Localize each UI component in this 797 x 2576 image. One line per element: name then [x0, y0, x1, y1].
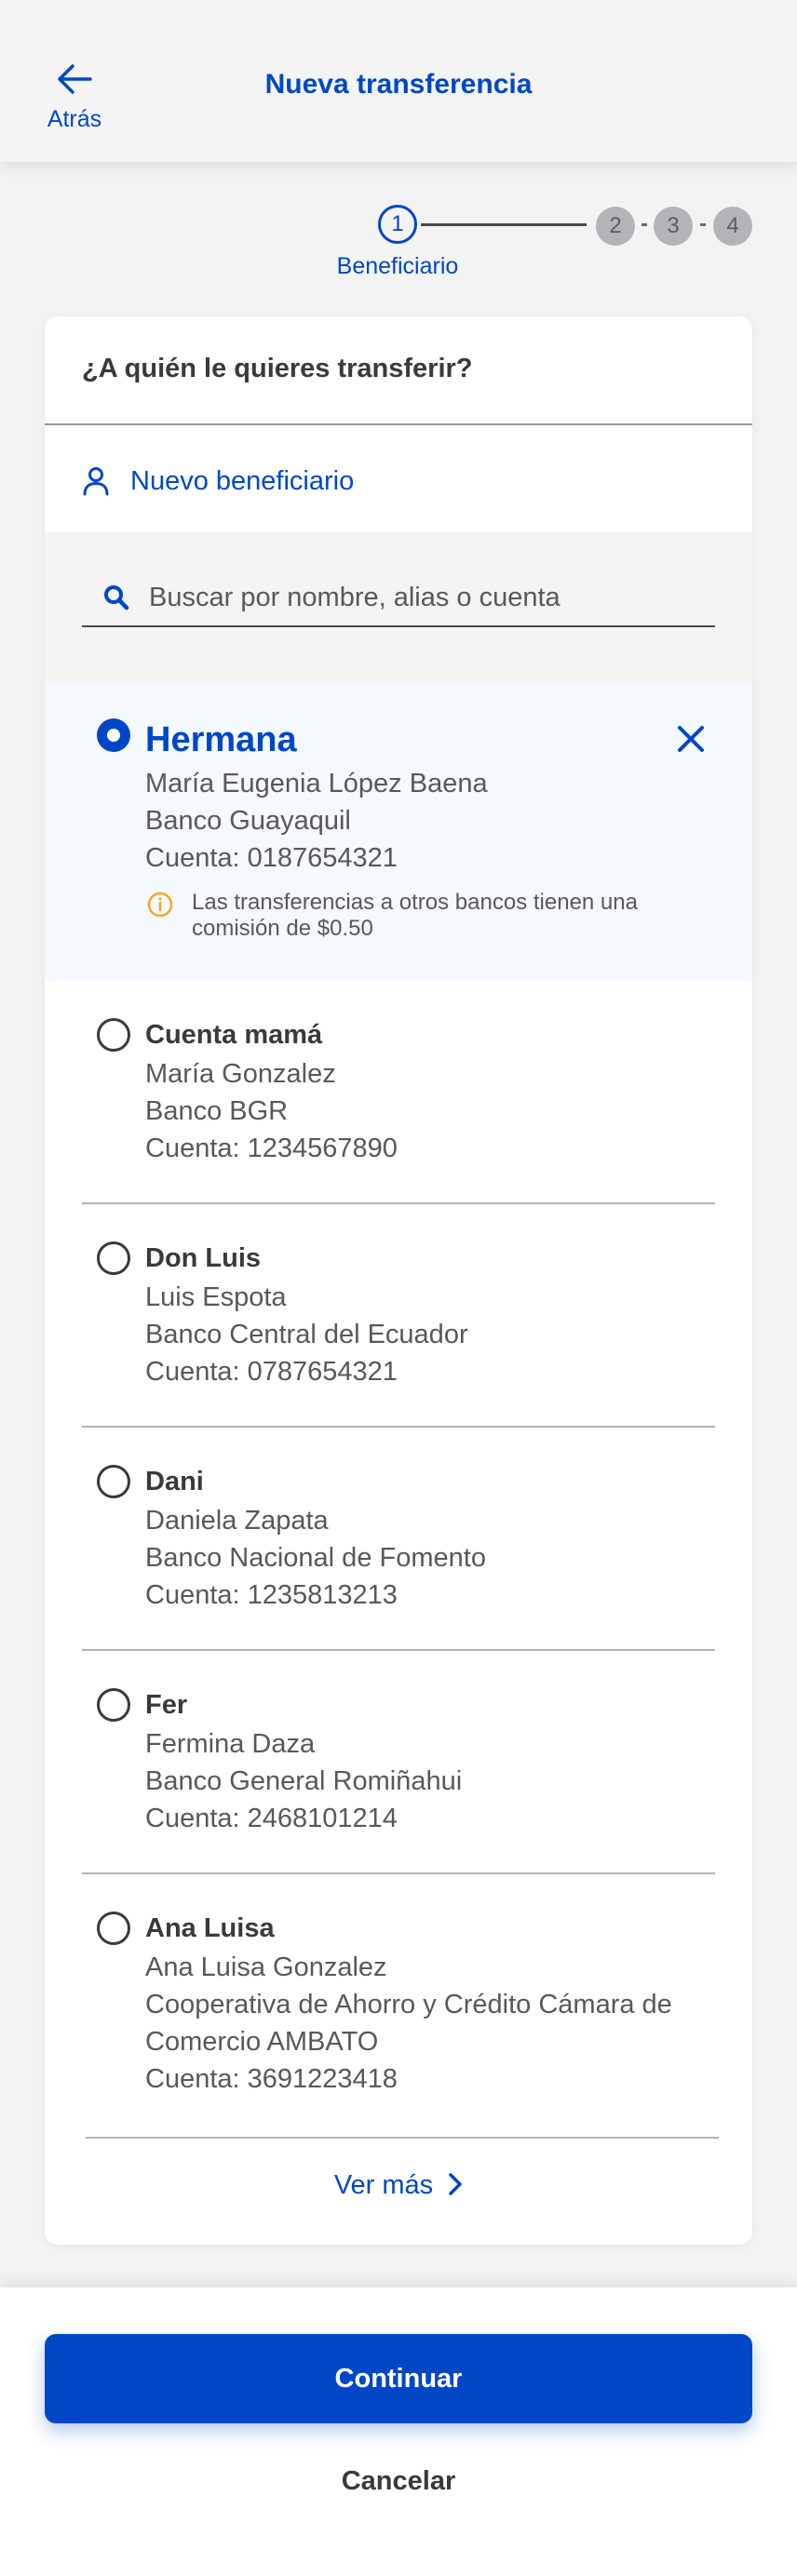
beneficiary-account: Cuenta: 1234567890: [145, 1134, 398, 1163]
back-label: Atrás: [47, 106, 102, 132]
close-icon[interactable]: [674, 722, 708, 756]
step-1: 1: [378, 205, 417, 244]
current-step-label: Beneficiario: [336, 253, 459, 279]
radio-selected[interactable]: [97, 718, 130, 752]
ver-mas-label: Ver más: [333, 2170, 434, 2200]
list-item[interactable]: Fer Fermina Daza Banco General Romiñahui…: [45, 1651, 752, 1874]
beneficiary-card: ¿A quién le quieres transferir? Nuevo be…: [45, 316, 752, 2245]
user-icon: [83, 467, 109, 496]
beneficiary-bank: Banco Guayaquil: [145, 806, 351, 836]
step-3: 3: [654, 207, 693, 246]
divider: [45, 423, 752, 425]
new-beneficiary-label: Nuevo beneficiario: [130, 465, 355, 496]
beneficiary-alias: Hermana: [145, 720, 297, 759]
divider: [86, 2137, 719, 2139]
list-item[interactable]: Ana Luisa Ana Luisa Gonzalez Cooperativa…: [45, 1874, 752, 2139]
search-input[interactable]: [149, 582, 708, 613]
app-header: Atrás Nueva transferencia: [0, 0, 797, 162]
cancel-button[interactable]: Cancelar: [0, 2466, 797, 2497]
list-item[interactable]: Dani Daniela Zapata Banco Nacional de Fo…: [45, 1428, 752, 1651]
beneficiary-bank: Cooperativa de Ahorro y Crédito Cámara d…: [145, 1990, 672, 2019]
beneficiary-bank: Banco BGR: [145, 1096, 289, 1126]
beneficiary-alias: Ana Luisa: [145, 1913, 275, 1943]
beneficiary-alias: Dani: [145, 1467, 204, 1496]
search-area: [45, 532, 752, 683]
beneficiary-account: Cuenta: 3691223418: [145, 2064, 398, 2094]
notice-text: Las transferencias a otros bancos tienen…: [192, 890, 638, 941]
progress-stepper: 1 2 3 4 Beneficiario: [0, 197, 797, 290]
page-title: Nueva transferencia: [264, 69, 533, 100]
continue-button[interactable]: Continuar: [45, 2334, 752, 2423]
step-dot: [700, 223, 706, 226]
radio-button[interactable]: [97, 1241, 130, 1275]
beneficiary-account: Cuenta: 2468101214: [145, 1804, 398, 1833]
step-dot: [642, 223, 647, 226]
radio-button[interactable]: [97, 1912, 130, 1945]
beneficiary-name: Daniela Zapata: [145, 1506, 329, 1536]
beneficiary-account: Cuenta: 1235813213: [145, 1580, 398, 1610]
selected-beneficiary[interactable]: Hermana María Eugenia López Baena Banco …: [45, 683, 752, 981]
footer: Continuar Cancelar: [0, 2288, 797, 2576]
commission-notice: Las transferencias a otros bancos tienen…: [147, 890, 669, 942]
card-question: ¿A quién le quieres transferir?: [82, 354, 473, 383]
beneficiary-name: María Eugenia López Baena: [145, 769, 488, 798]
beneficiary-name: Ana Luisa Gonzalez: [145, 1952, 387, 1982]
new-beneficiary-button[interactable]: Nuevo beneficiario: [82, 458, 354, 504]
radio-button[interactable]: [97, 1688, 130, 1722]
step-2: 2: [596, 207, 635, 246]
beneficiary-account: Cuenta: 0187654321: [145, 843, 398, 873]
beneficiary-name: Fermina Daza: [145, 1729, 316, 1759]
chevron-right-icon: [449, 2173, 462, 2196]
ver-mas-link[interactable]: Ver más: [45, 2170, 752, 2201]
beneficiary-bank-continued: Comercio AMBATO: [145, 2027, 379, 2057]
beneficiary-bank: Banco Nacional de Fomento: [145, 1543, 486, 1573]
list-item[interactable]: Cuenta mamá María Gonzalez Banco BGR Cue…: [45, 981, 752, 1204]
search-box: [82, 570, 715, 627]
radio-button[interactable]: [97, 1018, 130, 1052]
step-4: 4: [713, 207, 752, 246]
beneficiary-account: Cuenta: 0787654321: [145, 1357, 398, 1387]
radio-button[interactable]: [97, 1465, 130, 1498]
beneficiary-name: María Gonzalez: [145, 1059, 336, 1089]
list-item[interactable]: Don Luis Luis Espota Banco Central del E…: [45, 1204, 752, 1428]
step-connector: [421, 223, 587, 226]
beneficiary-alias: Cuenta mamá: [145, 1020, 323, 1050]
beneficiary-alias: Fer: [145, 1690, 188, 1720]
beneficiary-bank: Banco Central del Ecuador: [145, 1320, 468, 1349]
search-icon: [104, 585, 129, 610]
info-icon: [147, 892, 173, 918]
beneficiary-bank: Banco General Romiñahui: [145, 1766, 463, 1796]
beneficiary-alias: Don Luis: [145, 1243, 262, 1273]
beneficiary-name: Luis Espota: [145, 1282, 287, 1312]
